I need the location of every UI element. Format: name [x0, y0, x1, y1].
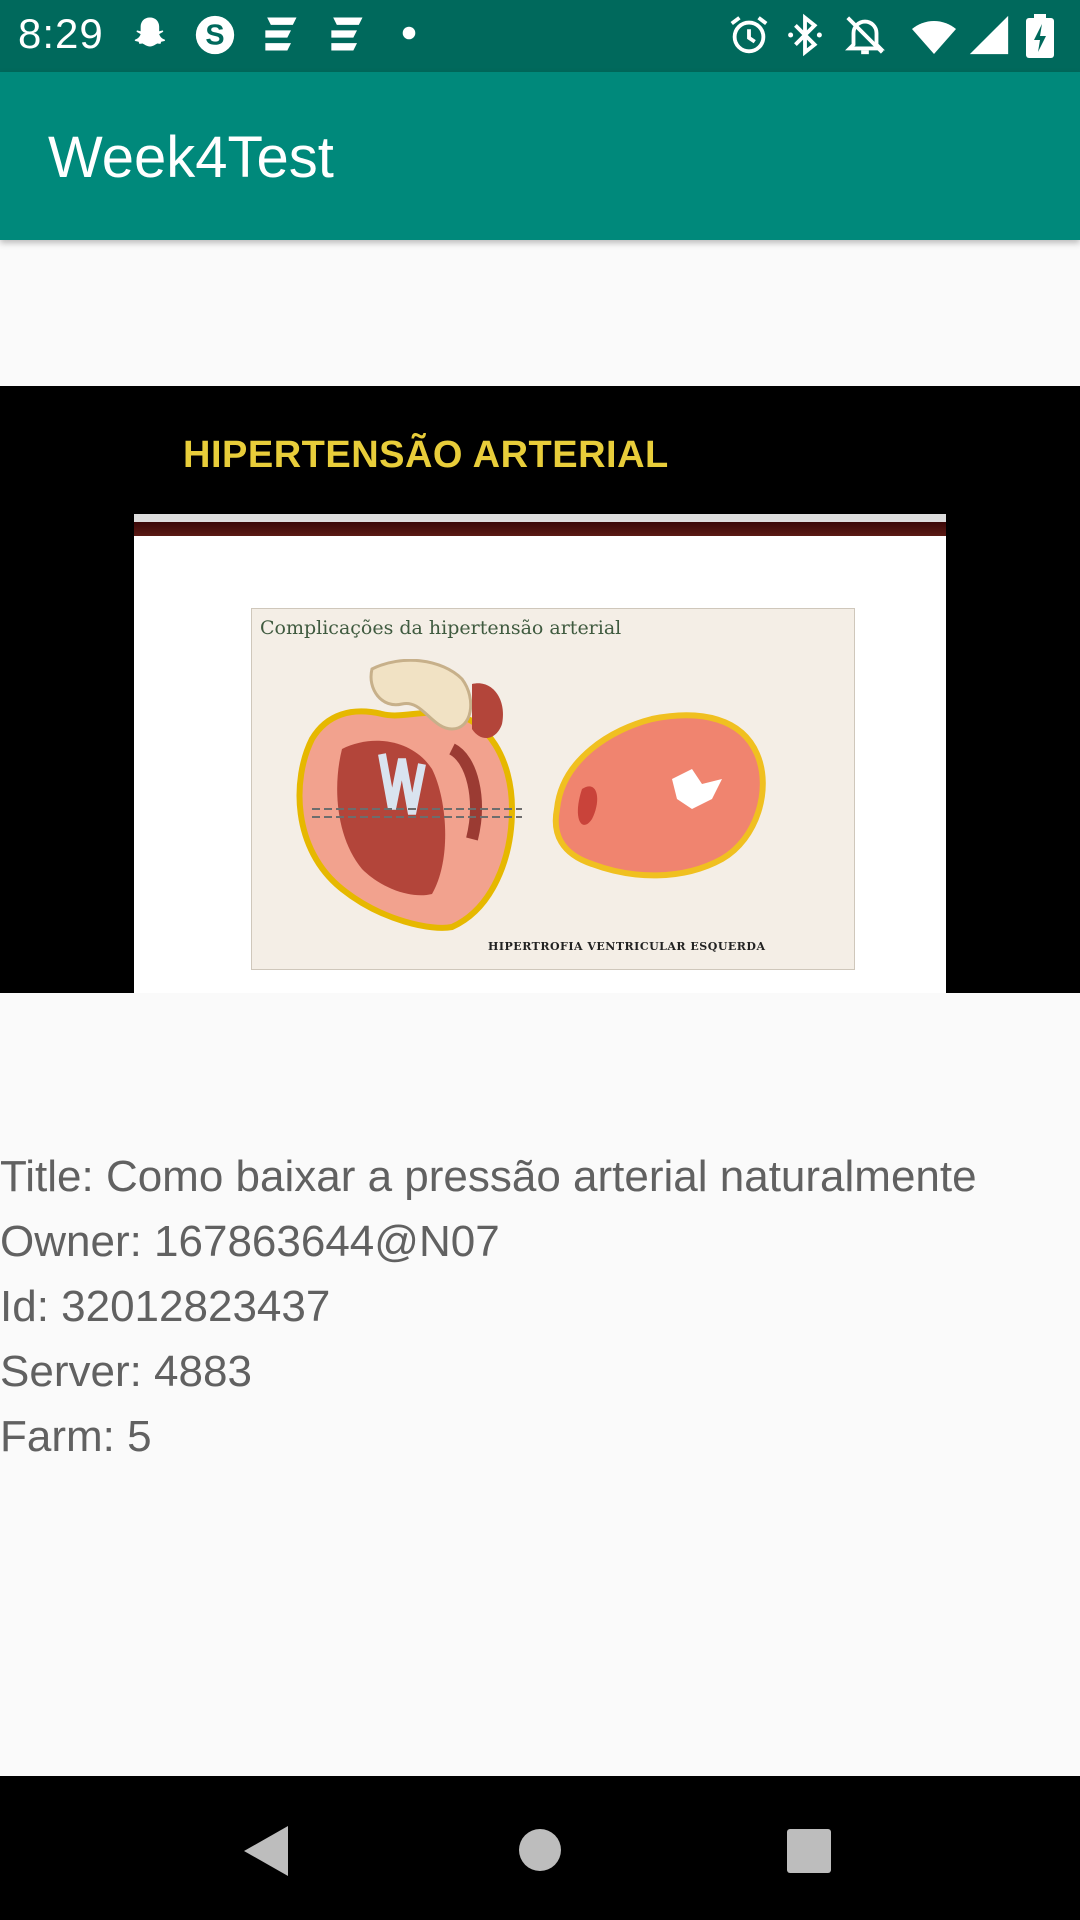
navigation-bar	[0, 1776, 1080, 1920]
app-bar: Week4Test	[0, 72, 1080, 240]
news-icon	[258, 12, 306, 60]
signal-icon	[966, 12, 1014, 60]
svg-text:S: S	[205, 20, 224, 52]
detail-title: Title: Como baixar a pressão arterial na…	[0, 1152, 977, 1201]
wifi-icon	[910, 12, 958, 60]
detail-owner: Owner: 167863644@N07	[0, 1217, 500, 1266]
status-bar: 8:29 S	[0, 0, 1080, 72]
photo-details: Title: Como baixar a pressão arterial na…	[0, 1144, 977, 1469]
app-title: Week4Test	[48, 125, 334, 190]
detail-farm: Farm: 5	[0, 1412, 152, 1461]
figure-caption: Complicações da hipertensão arterial	[260, 617, 622, 639]
recents-icon[interactable]	[786, 1828, 832, 1879]
back-icon[interactable]	[240, 1824, 290, 1883]
figure: Complicações da hipertensão arterial HIP…	[251, 608, 855, 970]
home-icon[interactable]	[518, 1828, 562, 1877]
bluetooth-icon	[782, 12, 830, 60]
slide: Complicações da hipertensão arterial HIP…	[134, 514, 946, 993]
snapchat-icon	[128, 12, 176, 60]
news-icon	[324, 12, 372, 60]
heart-illustration	[296, 659, 766, 931]
figure-label: HIPERTROFIA VENTRICULAR ESQUERDA	[488, 940, 766, 953]
slide-bar-light	[134, 514, 946, 522]
skype-icon: S	[192, 12, 240, 60]
battery-charging-icon	[1020, 12, 1068, 60]
alarm-icon	[726, 12, 774, 60]
photo: HIPERTENSÃO ARTERIAL Complicações da hip…	[0, 386, 1080, 993]
detail-server: Server: 4883	[0, 1347, 252, 1396]
detail-id: Id: 32012823437	[0, 1282, 331, 1331]
notifications-off-icon	[842, 12, 890, 60]
dot-icon	[402, 26, 450, 74]
status-time: 8:29	[18, 10, 104, 57]
slide-bar	[134, 522, 946, 536]
photo-heading: HIPERTENSÃO ARTERIAL	[183, 434, 669, 476]
